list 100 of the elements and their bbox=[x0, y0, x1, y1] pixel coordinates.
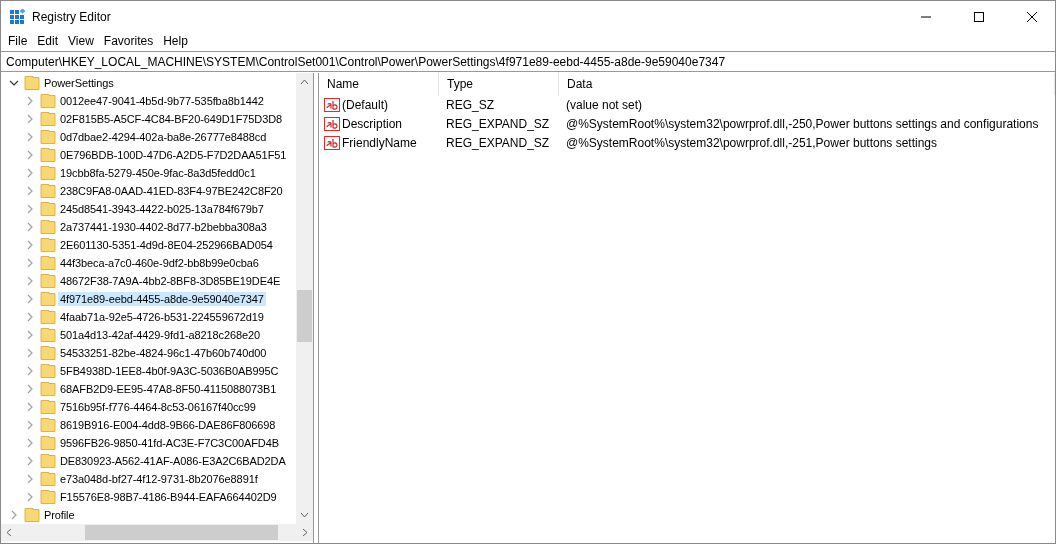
tree-item[interactable]: 245d8541-3943-4422-b025-13a784f679b7 bbox=[58, 202, 266, 216]
chevron-right-icon[interactable] bbox=[25, 456, 35, 466]
column-header[interactable]: Data bbox=[559, 73, 1055, 95]
scrollbar-thumb[interactable] bbox=[85, 525, 278, 540]
folder-icon bbox=[40, 471, 56, 487]
folder-icon bbox=[40, 381, 56, 397]
tree-item[interactable]: e73a048d-bf27-4f12-9731-8b2076e8891f bbox=[58, 472, 260, 486]
chevron-right-icon[interactable] bbox=[25, 168, 35, 178]
tree-item[interactable]: 7516b95f-f776-4464-8c53-06167f40cc99 bbox=[58, 400, 258, 414]
folder-icon bbox=[40, 183, 56, 199]
tree-item[interactable]: 4f971e89-eebd-4455-a8de-9e59040e7347 bbox=[58, 292, 266, 306]
scrollbar-thumb[interactable] bbox=[297, 290, 312, 342]
column-header[interactable]: Type bbox=[439, 73, 559, 95]
chevron-right-icon[interactable] bbox=[25, 330, 35, 340]
column-header[interactable]: Name bbox=[319, 73, 439, 95]
chevron-right-icon[interactable] bbox=[9, 510, 19, 520]
tree-item[interactable]: 19cbb8fa-5279-450e-9fac-8a3d5fedd0c1 bbox=[58, 166, 258, 180]
tree-item[interactable]: 02F815B5-A5CF-4C84-BF20-649D1F75D3D8 bbox=[58, 112, 284, 126]
tree-item[interactable]: 8619B916-E004-4dd8-9B66-DAE86F806698 bbox=[58, 418, 278, 432]
chevron-right-icon[interactable] bbox=[25, 438, 35, 448]
folder-icon bbox=[40, 345, 56, 361]
chevron-right-icon[interactable] bbox=[25, 240, 35, 250]
tree-item[interactable]: 54533251-82be-4824-96c1-47b60b740d00 bbox=[58, 346, 269, 360]
address-field[interactable]: Computer\HKEY_LOCAL_MACHINE\SYSTEM\ControlSet001\Control\Power\PowerSettings\4f971e89-eebd-4455-a8de-9e59040e7347 bbox=[1, 51, 1055, 72]
tree-item[interactable]: 44f3beca-a7c0-460e-9df2-bb8b99e0cba6 bbox=[58, 256, 261, 270]
tree-item[interactable]: 4faab71a-92e5-4726-b531-224559672d19 bbox=[58, 310, 266, 324]
string-value-icon bbox=[324, 96, 340, 113]
tree-item[interactable]: PowerSettings bbox=[42, 76, 116, 90]
folder-icon bbox=[40, 417, 56, 433]
folder-icon bbox=[40, 111, 56, 127]
window-title: Registry Editor bbox=[32, 9, 112, 24]
folder-icon bbox=[40, 489, 56, 505]
tree-item[interactable]: 2E601130-5351-4d9d-8E04-252966BAD054 bbox=[58, 238, 275, 252]
registry-icon bbox=[9, 8, 25, 25]
table-cell: (value not set) bbox=[566, 97, 643, 112]
folder-icon bbox=[40, 201, 56, 217]
chevron-right-icon[interactable] bbox=[25, 96, 35, 106]
menu-item[interactable]: Help bbox=[158, 34, 193, 48]
table-cell: @%SystemRoot%\system32\powrprof.dll,-251,Power buttons settings bbox=[566, 135, 937, 150]
tree-item[interactable]: 5FB4938D-1EE8-4b0f-9A3C-5036B0AB995C bbox=[58, 364, 281, 378]
chevron-right-icon[interactable] bbox=[25, 276, 35, 286]
chevron-right-icon[interactable] bbox=[25, 258, 35, 268]
tree-item[interactable]: 48672F38-7A9A-4bb2-8BF8-3D85BE19DE4E bbox=[58, 274, 283, 288]
table-cell: REG_EXPAND_SZ bbox=[446, 135, 550, 150]
folder-icon bbox=[40, 327, 56, 343]
chevron-right-icon[interactable] bbox=[25, 222, 35, 232]
horizontal-scrollbar[interactable] bbox=[1, 524, 313, 541]
tree-item[interactable]: Profile bbox=[42, 508, 77, 522]
chevron-right-icon[interactable] bbox=[25, 114, 35, 124]
folder-icon bbox=[40, 219, 56, 235]
string-value-icon bbox=[324, 134, 340, 151]
table-cell: REG_EXPAND_SZ bbox=[446, 116, 550, 131]
tree-item[interactable]: 68AFB2D9-EE95-47A8-8F50-4115088073B1 bbox=[58, 382, 279, 396]
tree-item[interactable]: 2a737441-1930-4402-8d77-b2bebba308a3 bbox=[58, 220, 269, 234]
chevron-right-icon[interactable] bbox=[25, 492, 35, 502]
vertical-scrollbar[interactable] bbox=[296, 73, 313, 524]
folder-icon bbox=[40, 273, 56, 289]
tree-item[interactable]: 238C9FA8-0AAD-41ED-83F4-97BE242C8F20 bbox=[58, 184, 285, 198]
table-cell: Description bbox=[342, 116, 403, 131]
chevron-right-icon[interactable] bbox=[25, 420, 35, 430]
chevron-down-icon[interactable] bbox=[9, 78, 19, 88]
chevron-right-icon[interactable] bbox=[25, 204, 35, 214]
chevron-right-icon[interactable] bbox=[25, 294, 35, 304]
folder-icon bbox=[40, 309, 56, 325]
folder-icon bbox=[40, 165, 56, 181]
tree-item[interactable]: 501a4d13-42af-4429-9fd1-a8218c268e20 bbox=[58, 328, 263, 342]
folder-icon bbox=[40, 237, 56, 253]
tree-item[interactable]: 0E796BDB-100D-47D6-A2D5-F7D2DAA51F51 bbox=[58, 148, 289, 162]
folder-icon bbox=[40, 435, 56, 451]
chevron-right-icon[interactable] bbox=[25, 186, 35, 196]
tree-item[interactable]: 0d7dbae2-4294-402a-ba8e-26777e8488cd bbox=[58, 130, 269, 144]
tree-item[interactable]: 9596FB26-9850-41fd-AC3E-F7C3C00AFD4B bbox=[58, 436, 281, 450]
chevron-right-icon[interactable] bbox=[25, 132, 35, 142]
table-cell: @%SystemRoot%\system32\powrprof.dll,-250,Power buttons settings and configurations bbox=[566, 116, 1039, 131]
folder-icon bbox=[40, 291, 56, 307]
chevron-right-icon[interactable] bbox=[25, 348, 35, 358]
chevron-right-icon[interactable] bbox=[25, 384, 35, 394]
chevron-right-icon[interactable] bbox=[25, 150, 35, 160]
menu-item[interactable]: File bbox=[3, 34, 33, 48]
folder-icon bbox=[40, 363, 56, 379]
folder-icon bbox=[40, 453, 56, 469]
chevron-right-icon[interactable] bbox=[25, 366, 35, 376]
string-value-icon bbox=[324, 115, 340, 132]
chevron-right-icon[interactable] bbox=[25, 402, 35, 412]
close-icon bbox=[1027, 11, 1037, 22]
tree-item[interactable]: 0012ee47-9041-4b5d-9b77-535fba8b1442 bbox=[58, 94, 266, 108]
menu-item[interactable]: View bbox=[63, 34, 99, 48]
tree-item[interactable]: F15576E8-98B7-4186-B944-EAFA664402D9 bbox=[58, 490, 279, 504]
chevron-right-icon[interactable] bbox=[25, 312, 35, 322]
menu-item[interactable]: Edit bbox=[32, 34, 64, 48]
tree-item[interactable]: DE830923-A562-41AF-A086-E3A2C6BAD2DA bbox=[58, 454, 288, 468]
table-cell: REG_SZ bbox=[446, 97, 494, 112]
folder-icon bbox=[40, 93, 56, 109]
menu-item[interactable]: Favorites bbox=[98, 34, 159, 48]
table-cell: FriendlyName bbox=[342, 135, 417, 150]
folder-icon bbox=[40, 147, 56, 163]
maximize-icon bbox=[974, 11, 984, 22]
table-cell: (Default) bbox=[342, 97, 388, 112]
folder-icon bbox=[24, 75, 40, 91]
chevron-right-icon[interactable] bbox=[25, 474, 35, 484]
